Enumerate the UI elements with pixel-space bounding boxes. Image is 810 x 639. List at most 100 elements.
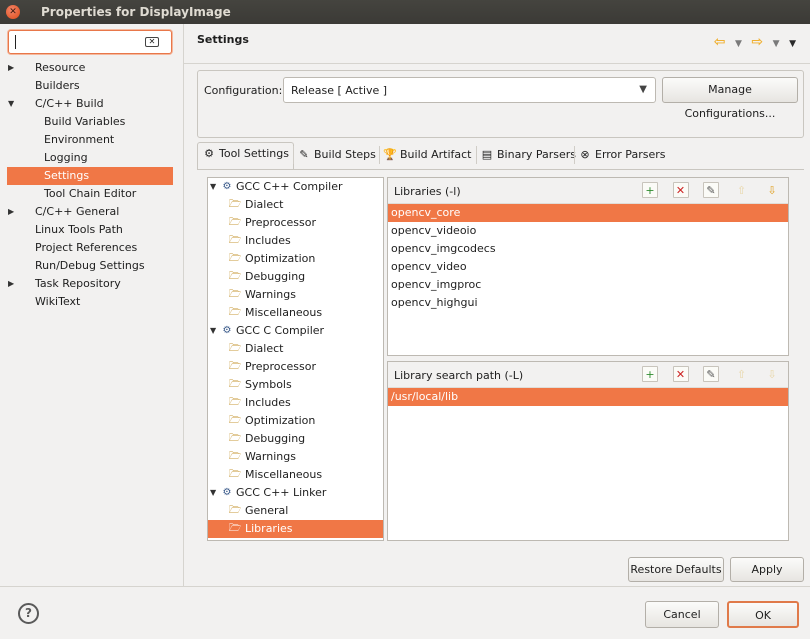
left-pane: ✕ ▶ Resource Builders ▼ C/C++ Build Build Var… bbox=[0, 24, 184, 586]
edit-icon[interactable]: ✎ bbox=[703, 182, 719, 198]
list-item[interactable]: opencv_imgproc bbox=[388, 276, 788, 294]
cancel-button[interactable]: Cancel bbox=[645, 601, 719, 628]
configuration-select[interactable]: Release [ Active ] ▼ bbox=[283, 77, 656, 103]
list-item[interactable]: /usr/local/lib bbox=[388, 388, 788, 406]
ok-button[interactable]: OK bbox=[727, 601, 799, 628]
option-node[interactable]: 🗁 Dialect bbox=[208, 340, 383, 358]
option-node[interactable]: 🗁 Dialect bbox=[208, 196, 383, 214]
option-label: Includes bbox=[245, 234, 291, 247]
sidebar-item[interactable]: Environment bbox=[0, 131, 184, 149]
dialog-button-bar: ? Cancel OK bbox=[0, 586, 810, 639]
tool-settings-icon: ⚙ bbox=[204, 147, 214, 160]
sidebar-item[interactable]: ▶ Resource bbox=[0, 59, 184, 77]
library-paths-title: Library search path (-L) bbox=[394, 369, 524, 382]
tab-separator bbox=[293, 146, 294, 164]
tool-gear-icon: ⚙ bbox=[222, 325, 232, 336]
sidebar-item[interactable]: ▼ C/C++ Build bbox=[0, 95, 184, 113]
expanded-twisty-icon[interactable]: ▼ bbox=[210, 484, 216, 502]
binary-parsers-icon: ▤ bbox=[481, 148, 493, 161]
move-down-icon[interactable]: ⇩ bbox=[764, 183, 780, 199]
list-item[interactable]: opencv_video bbox=[388, 258, 788, 276]
tab-binary-parsers[interactable]: ▤ Binary Parsers bbox=[480, 144, 576, 168]
delete-icon[interactable]: ✕ bbox=[672, 182, 689, 198]
restore-defaults-button[interactable]: Restore Defaults bbox=[628, 557, 724, 582]
delete-icon[interactable]: ✕ bbox=[672, 366, 689, 382]
sidebar-item[interactable]: Logging bbox=[0, 149, 184, 167]
option-node[interactable]: 🗁 Preprocessor bbox=[208, 214, 383, 232]
tool-node[interactable]: ▼ ⚙ GCC C++ Compiler bbox=[208, 178, 383, 196]
option-label: Libraries bbox=[245, 522, 293, 535]
collapsed-twisty-icon[interactable]: ▶ bbox=[8, 203, 18, 221]
option-node[interactable]: 🗁 Symbols bbox=[208, 376, 383, 394]
sidebar-item[interactable]: WikiText bbox=[0, 293, 184, 311]
forward-arrow-icon[interactable]: ⇨ bbox=[751, 34, 763, 50]
back-arrow-icon[interactable]: ⇦ bbox=[714, 34, 726, 50]
option-label: Warnings bbox=[245, 450, 296, 463]
expanded-twisty-icon[interactable]: ▼ bbox=[8, 95, 18, 113]
sidebar-item-label: Logging bbox=[44, 151, 88, 164]
move-down-icon[interactable]: ⇩ bbox=[764, 367, 780, 383]
option-node[interactable]: 🗁 Includes bbox=[208, 394, 383, 412]
view-menu-chevron-down-icon[interactable]: ▼ bbox=[789, 39, 796, 49]
option-node[interactable]: 🗁 General bbox=[208, 502, 383, 520]
apply-button[interactable]: Apply bbox=[730, 557, 804, 582]
collapsed-twisty-icon[interactable]: ▶ bbox=[8, 59, 18, 77]
sidebar-item-label: WikiText bbox=[35, 295, 81, 308]
sidebar-item-label: Settings bbox=[44, 169, 90, 182]
sidebar-item[interactable]: ▶ Task Repository bbox=[0, 275, 184, 293]
sidebar-item[interactable]: Run/Debug Settings bbox=[0, 257, 184, 275]
expanded-twisty-icon[interactable]: ▼ bbox=[210, 322, 216, 340]
add-icon[interactable]: + bbox=[642, 182, 658, 198]
sidebar-item[interactable]: Project References bbox=[0, 239, 184, 257]
move-up-icon[interactable]: ⇧ bbox=[734, 183, 750, 199]
sidebar-item[interactable]: Builders bbox=[0, 77, 184, 95]
tab-build-steps[interactable]: ✎ Build Steps bbox=[297, 144, 376, 168]
expanded-twisty-icon[interactable]: ▼ bbox=[210, 178, 216, 196]
option-node[interactable]: 🗁 Optimization bbox=[208, 250, 383, 268]
sidebar-item-label: Resource bbox=[35, 61, 86, 74]
sidebar-item[interactable]: ▶ C/C++ General bbox=[0, 203, 184, 221]
tool-node[interactable]: ▼ ⚙ GCC C++ Linker bbox=[208, 484, 383, 502]
option-node[interactable]: 🗁 Debugging bbox=[208, 430, 383, 448]
option-node[interactable]: 🗁 Optimization bbox=[208, 412, 383, 430]
forward-menu-chevron-down-icon[interactable]: ▼ bbox=[773, 39, 780, 49]
sidebar-item-label: Task Repository bbox=[35, 277, 121, 290]
tab-tool-settings[interactable]: ⚙ Tool Settings bbox=[197, 142, 294, 169]
option-node[interactable]: 🗁 Miscellaneous bbox=[208, 304, 383, 322]
option-folder-icon: 🗁 bbox=[228, 361, 242, 372]
sidebar-item-label: Run/Debug Settings bbox=[35, 259, 145, 272]
option-node[interactable]: 🗁 Miscellaneous bbox=[208, 466, 383, 484]
move-up-icon[interactable]: ⇧ bbox=[734, 367, 750, 383]
sidebar-item[interactable]: Build Variables bbox=[0, 113, 184, 131]
sidebar-item[interactable]: Linux Tools Path bbox=[0, 221, 184, 239]
clear-filter-icon[interactable]: ✕ bbox=[145, 37, 159, 47]
edit-icon[interactable]: ✎ bbox=[703, 366, 719, 382]
libraries-panel: Libraries (-l) + ✕ ✎ ⇧ ⇩ opencv_core open… bbox=[387, 177, 789, 356]
list-item[interactable]: opencv_highgui bbox=[388, 294, 788, 312]
filter-input[interactable]: ✕ bbox=[8, 30, 172, 54]
option-folder-icon: 🗁 bbox=[228, 433, 242, 444]
back-menu-chevron-down-icon[interactable]: ▼ bbox=[735, 39, 742, 49]
list-item[interactable]: opencv_imgcodecs bbox=[388, 240, 788, 258]
tab-build-artifact[interactable]: 🏆 Build Artifact bbox=[383, 144, 471, 168]
help-icon[interactable]: ? bbox=[18, 603, 39, 624]
sidebar-item[interactable]: Settings bbox=[7, 167, 173, 185]
list-item[interactable]: opencv_videoio bbox=[388, 222, 788, 240]
sidebar-item[interactable]: Tool Chain Editor bbox=[0, 185, 184, 203]
manage-configurations-button[interactable]: Manage Configurations... bbox=[662, 77, 798, 120]
close-window-icon[interactable]: ✕ bbox=[6, 5, 20, 19]
tool-node[interactable]: ▼ ⚙ GCC C Compiler bbox=[208, 322, 383, 340]
option-node[interactable]: 🗁 Preprocessor bbox=[208, 358, 383, 376]
option-node[interactable]: 🗁 Warnings bbox=[208, 448, 383, 466]
list-item[interactable]: opencv_core bbox=[388, 204, 788, 222]
option-node[interactable]: 🗁 Includes bbox=[208, 232, 383, 250]
collapsed-twisty-icon[interactable]: ▶ bbox=[8, 275, 18, 293]
tab-error-parsers[interactable]: ⊗ Error Parsers bbox=[578, 144, 665, 168]
library-paths-header: Library search path (-L) + ✕ ✎ ⇧ ⇩ bbox=[388, 362, 788, 388]
chevron-down-icon[interactable]: ▼ bbox=[639, 84, 647, 95]
sidebar-item-label: C/C++ Build bbox=[35, 97, 104, 110]
option-node[interactable]: 🗁 Libraries bbox=[208, 520, 383, 538]
option-node[interactable]: 🗁 Debugging bbox=[208, 268, 383, 286]
option-node[interactable]: 🗁 Warnings bbox=[208, 286, 383, 304]
add-icon[interactable]: + bbox=[642, 366, 658, 382]
